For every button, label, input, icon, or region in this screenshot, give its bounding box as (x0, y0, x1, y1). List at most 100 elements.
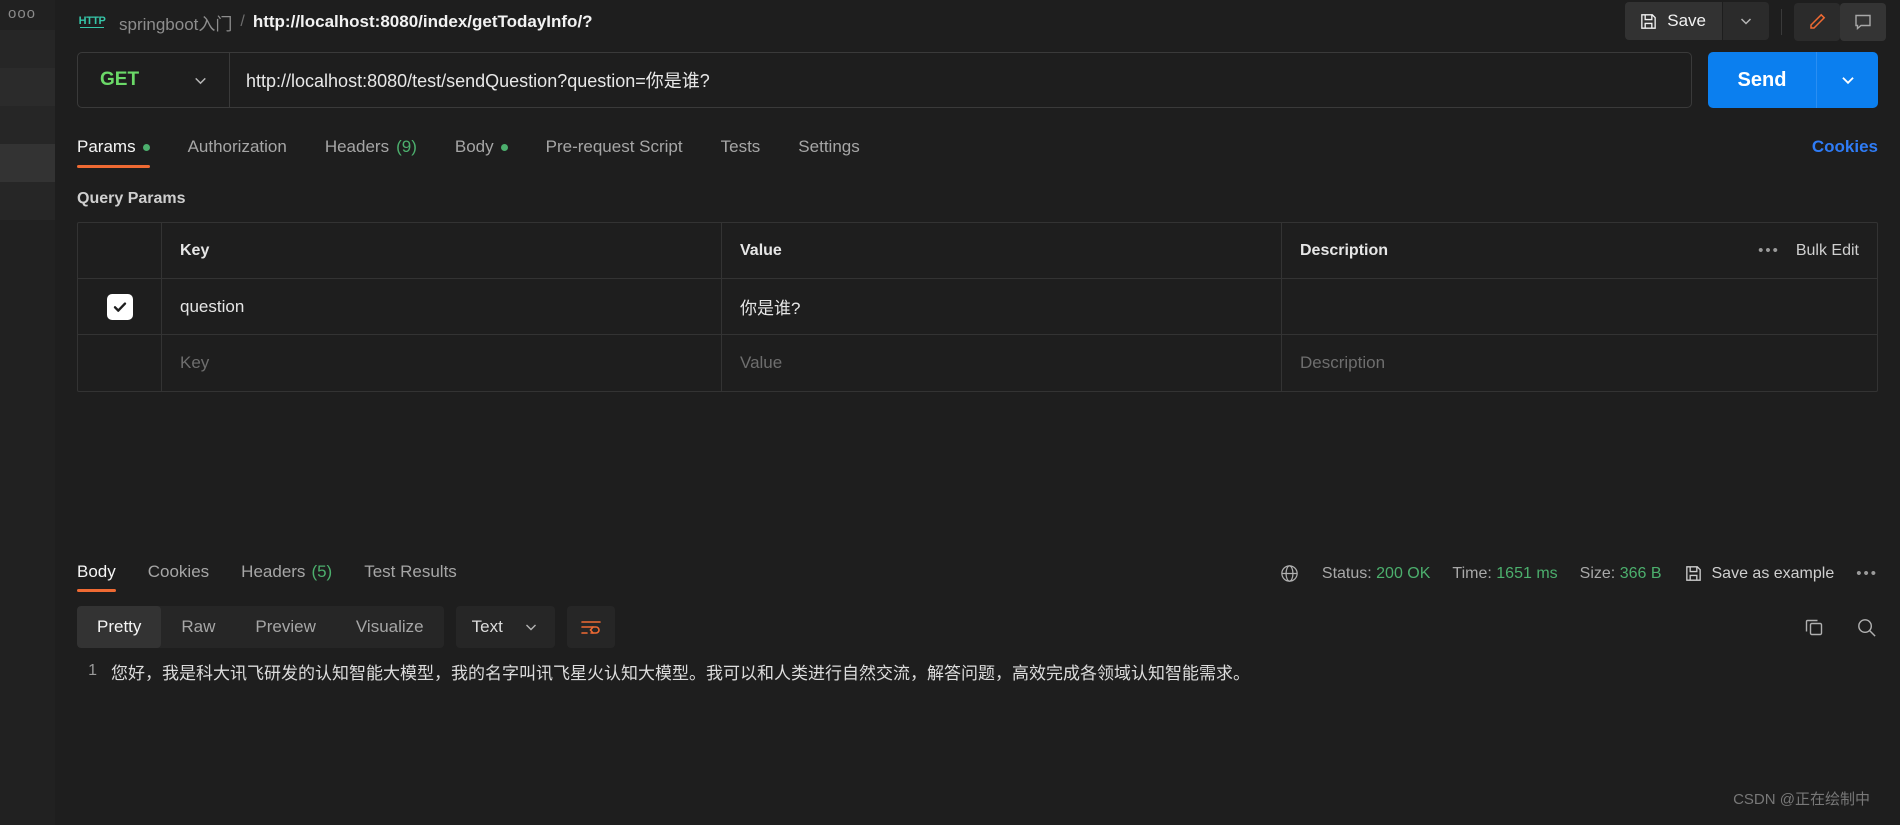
tab-settings-label: Settings (798, 137, 860, 156)
response-tab-headers-count: (5) (311, 562, 333, 581)
left-rail: ooo (0, 0, 55, 825)
response-tabs: Body Cookies Headers (5) Test Results St… (55, 548, 1900, 592)
request-tabs: Params Authorization Headers (9) Body Pr… (55, 128, 1900, 168)
format-raw-button[interactable]: Raw (161, 606, 235, 648)
breadcrumb-separator: / (240, 13, 245, 30)
save-as-example-label: Save as example (1711, 564, 1835, 582)
send-button-group: Send (1708, 52, 1878, 108)
rail-item-3[interactable] (0, 106, 55, 144)
rail-item-1[interactable] (0, 30, 55, 68)
save-button[interactable]: Save (1625, 2, 1722, 40)
table-header-row: Key Value Description ••• Bulk Edit (78, 223, 1877, 279)
breadcrumb-bar: HTTP springboot入门 / http://localhost:808… (55, 0, 1900, 44)
pencil-icon (1807, 12, 1827, 32)
rail-item-2[interactable] (0, 68, 55, 106)
size-item: Size: 366 B (1580, 565, 1662, 583)
bulk-edit-button[interactable]: Bulk Edit (1796, 242, 1859, 260)
response-tab-cookies[interactable]: Cookies (148, 562, 209, 592)
tab-tests[interactable]: Tests (721, 137, 761, 168)
tab-settings[interactable]: Settings (798, 137, 859, 168)
response-body-text[interactable]: 您好，我是科大讯飞研发的认知智能大模型，我的名字叫讯飞星火认知大模型。我可以和人… (111, 662, 1250, 686)
format-segmented-control: Pretty Raw Preview Visualize (77, 606, 444, 648)
tab-params-label: Params (77, 137, 136, 156)
comments-button[interactable] (1840, 3, 1886, 41)
content-type-label: Text (471, 617, 503, 636)
status-label: Status: (1321, 564, 1372, 582)
new-row-value-placeholder[interactable]: Value (740, 353, 782, 373)
modified-dot-icon (500, 143, 508, 151)
send-dropdown-button[interactable] (1816, 52, 1878, 108)
save-button-label: Save (1667, 11, 1706, 30)
word-wrap-icon (580, 618, 602, 636)
tab-authorization-label: Authorization (187, 137, 287, 156)
cookies-link[interactable]: Cookies (1812, 137, 1878, 157)
column-header-key: Key (180, 241, 210, 259)
tab-headers[interactable]: Headers (9) (325, 137, 417, 168)
row-value[interactable]: 你是谁? (740, 294, 800, 319)
breadcrumb-request-name[interactable]: http://localhost:8080/index/getTodayInfo… (253, 12, 593, 32)
response-tab-headers[interactable]: Headers (5) (241, 562, 332, 592)
response-body-actions (1803, 616, 1878, 639)
column-header-description: Description (1300, 241, 1389, 259)
edit-request-button[interactable] (1794, 3, 1840, 41)
response-panel: Body Cookies Headers (5) Test Results St… (55, 548, 1900, 825)
response-format-bar: Pretty Raw Preview Visualize Text (55, 606, 1900, 648)
time-label: Time: (1452, 564, 1492, 582)
save-dropdown-button[interactable] (1723, 2, 1769, 40)
floppy-disk-icon (1639, 12, 1658, 31)
format-visualize-button[interactable]: Visualize (336, 606, 444, 648)
format-pretty-button[interactable]: Pretty (77, 606, 162, 648)
url-input[interactable]: http://localhost:8080/test/sendQuestion?… (230, 53, 1691, 107)
save-button-group: Save (1625, 2, 1769, 40)
response-tab-test-results[interactable]: Test Results (364, 562, 457, 592)
search-icon[interactable] (1855, 616, 1878, 639)
chevron-down-icon (1839, 71, 1857, 89)
ellipsis-icon[interactable]: ••• (1856, 565, 1878, 582)
format-preview-button[interactable]: Preview (235, 606, 335, 648)
response-body-view: 1 您好，我是科大讯飞研发的认知智能大模型，我的名字叫讯飞星火认知大模型。我可以… (55, 662, 1900, 686)
breadcrumb-collection[interactable]: springboot入门 (119, 10, 232, 35)
tab-pre-request-script-label: Pre-request Script (545, 137, 683, 156)
table-row[interactable]: question 你是谁? (78, 279, 1877, 335)
response-tab-test-results-label: Test Results (364, 562, 457, 581)
tab-params[interactable]: Params (77, 137, 150, 168)
response-tab-body-label: Body (77, 562, 116, 581)
response-tab-headers-label: Headers (241, 562, 306, 581)
method-select[interactable]: GET (78, 53, 230, 107)
time-item: Time: 1651 ms (1452, 565, 1557, 583)
rail-items (0, 30, 55, 220)
response-tab-body[interactable]: Body (77, 562, 116, 592)
tab-headers-count: (9) (396, 137, 417, 156)
content-type-select[interactable]: Text (455, 606, 555, 648)
tab-authorization[interactable]: Authorization (188, 137, 287, 168)
send-button[interactable]: Send (1708, 52, 1816, 108)
ellipsis-icon[interactable]: ••• (1758, 242, 1780, 259)
chevron-down-icon (192, 72, 209, 89)
rail-item-5[interactable] (0, 182, 55, 220)
response-tab-cookies-label: Cookies (147, 562, 210, 581)
query-params-table: Key Value Description ••• Bulk Edit ques… (77, 222, 1878, 392)
row-checkbox[interactable] (106, 293, 133, 320)
tab-headers-label: Headers (324, 137, 390, 156)
size-label: Size: (1579, 564, 1616, 582)
word-wrap-button[interactable] (566, 606, 615, 648)
tab-pre-request-script[interactable]: Pre-request Script (546, 137, 683, 168)
rail-item-4-selected[interactable] (0, 144, 55, 182)
watermark: CSDN @正在绘制中 (1733, 791, 1870, 808)
new-row-description-placeholder[interactable]: Description (1300, 353, 1385, 373)
rail-menu-icon[interactable]: ooo (8, 6, 36, 21)
chevron-down-icon (1738, 13, 1754, 29)
size-value: 366 B (1619, 564, 1662, 582)
tab-body[interactable]: Body (455, 137, 508, 168)
url-box: GET http://localhost:8080/test/sendQuest… (77, 52, 1692, 108)
new-row-key-placeholder[interactable]: Key (180, 353, 209, 373)
copy-icon[interactable] (1803, 616, 1825, 638)
table-row-empty[interactable]: Key Value Description (78, 335, 1877, 391)
status-value: 200 OK (1376, 564, 1431, 582)
http-icon: HTTP (78, 14, 106, 29)
row-key[interactable]: question (180, 297, 244, 317)
comment-icon (1853, 12, 1873, 32)
main-panel: HTTP springboot入门 / http://localhost:808… (55, 0, 1900, 825)
save-as-example-button[interactable]: Save as example (1684, 564, 1835, 583)
tab-tests-label: Tests (720, 137, 761, 156)
